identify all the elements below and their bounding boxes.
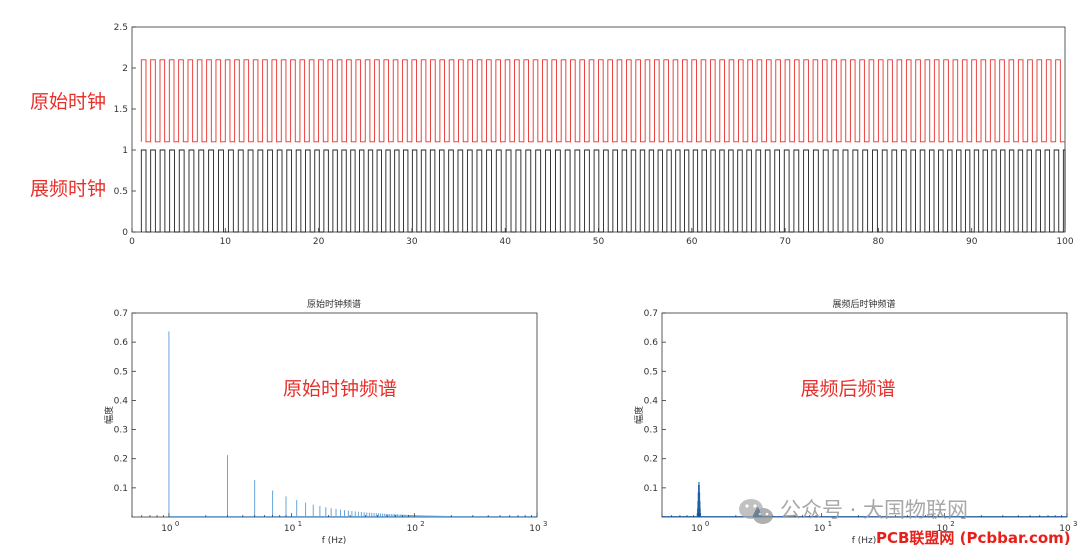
annotation-spread-clock: 展频时钟 [30, 178, 106, 200]
top-xtick-label: 100 [1056, 237, 1073, 247]
bl-ytick-label: 0.6 [114, 338, 129, 348]
bl-chart-title: 原始时钟频谱 [307, 298, 361, 310]
br-ytick-label: 0.6 [644, 338, 659, 348]
top-ytick-label: 2 [122, 64, 128, 74]
bl-xtick-label: 10 [161, 524, 173, 534]
top-xtick-label: 90 [966, 237, 978, 247]
watermark-text: 公众号 · 大国物联网 [780, 498, 968, 522]
bl-ytick-label: 0.7 [114, 309, 128, 319]
bl-ytick-label: 0.1 [114, 484, 128, 494]
bl-xtick-exponent: 1 [298, 520, 302, 528]
top-xtick-label: 50 [593, 237, 605, 247]
br-ylabel: 幅度 [633, 406, 645, 424]
br-ytick-label: 0.7 [644, 309, 658, 319]
bl-ytick-label: 0.3 [114, 426, 128, 436]
br-ytick-label: 0.5 [644, 367, 658, 377]
bl-xtick-exponent: 0 [175, 520, 179, 528]
br-ytick-label: 0.4 [644, 396, 659, 406]
top-xtick-label: 80 [873, 237, 885, 247]
watermark-brand: PCB联盟网 (Pcbbar.com) [876, 529, 1071, 547]
br-chart-title: 展频后时钟频谱 [832, 298, 895, 310]
top-xtick-label: 20 [313, 237, 325, 247]
br-xtick-label: 10 [814, 524, 826, 534]
br-xlabel: f (Hz) [852, 536, 877, 546]
br-ytick-label: 0.2 [644, 455, 658, 465]
br-xtick-exponent: 0 [705, 520, 709, 528]
top-xtick-label: 30 [406, 237, 418, 247]
top-xtick-label: 10 [220, 237, 232, 247]
bl-plot-frame [131, 312, 538, 518]
top-ytick-label: 1.5 [114, 105, 128, 115]
top-ytick-label: 0 [122, 228, 128, 238]
top-xtick-label: 60 [686, 237, 698, 247]
top-ytick-label: 0.5 [114, 187, 128, 197]
figure-canvas: 0 10 20 30 40 50 60 70 80 90 10000.511.522.5 原始时钟 … [30, 23, 1077, 547]
top-ytick-label: 1 [122, 146, 128, 156]
br-ytick-label: 0.3 [644, 426, 658, 436]
br-ytick-label: 0.1 [644, 484, 658, 494]
bl-annotation: 原始时钟频谱 [283, 378, 397, 400]
bl-xlabel: f (Hz) [322, 536, 347, 546]
br-xtick-label: 10 [691, 524, 703, 534]
bl-ylabel: 幅度 [103, 406, 115, 424]
annotation-original-clock: 原始时钟 [30, 91, 106, 113]
bl-xtick-exponent: 2 [420, 520, 424, 528]
top-ytick-label: 2.5 [114, 23, 128, 33]
br-annotation: 展频后频谱 [800, 378, 895, 400]
bl-xtick-label: 10 [407, 524, 419, 534]
original-spectrum-chart: 原始时钟频谱 0.10.20.30.40.50.60.710 0 10 1 10 2 10 3… [103, 298, 547, 546]
br-xtick-exponent: 3 [1073, 520, 1077, 528]
bl-xtick-label: 10 [284, 524, 296, 534]
bl-xtick-label: 10 [529, 524, 541, 534]
top-xtick-label: 0 [129, 237, 135, 247]
bl-ytick-label: 0.2 [114, 455, 128, 465]
top-xtick-label: 40 [499, 237, 511, 247]
bl-ytick-label: 0.5 [114, 367, 128, 377]
br-plot-frame [661, 312, 1068, 518]
bl-ytick-label: 0.4 [114, 396, 129, 406]
top-xtick-label: 70 [779, 237, 791, 247]
clock-waveform-chart: 0 10 20 30 40 50 60 70 80 90 10000.511.522.5 原始时钟 … [30, 23, 1074, 247]
bl-xtick-exponent: 3 [543, 520, 547, 528]
